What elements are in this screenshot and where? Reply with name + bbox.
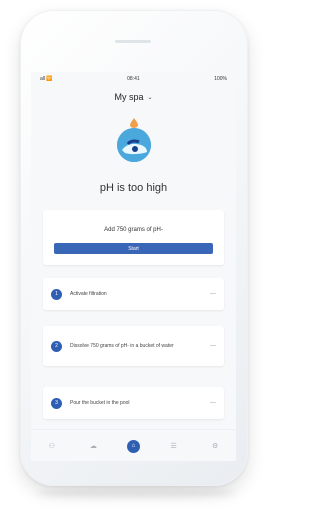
spa-selector[interactable]: My spa ⌄	[31, 90, 236, 104]
phone-shadow	[36, 488, 236, 498]
step-text: Dissolve 750 grams of pH- in a bucket of…	[70, 342, 174, 349]
home-icon[interactable]: ⌂	[126, 439, 140, 453]
cloud-icon[interactable]: ☁	[85, 442, 101, 450]
time-text: 08:41	[127, 76, 140, 82]
settings-icon[interactable]: ⚙	[207, 442, 223, 450]
step-text: Pour the bucket in the pool	[70, 399, 130, 406]
status-avatar	[117, 128, 151, 162]
phone-screen: all 🛜 08:41 100% My spa ⌄ pH is too high…	[31, 72, 236, 461]
start-button[interactable]: Start	[54, 243, 213, 254]
step-text: Activate filtration	[70, 290, 107, 297]
chevron-down-icon: ⌄	[147, 94, 153, 101]
battery-text: 100%	[214, 76, 227, 82]
more-icon[interactable]: —	[210, 291, 216, 297]
more-icon[interactable]: —	[210, 400, 216, 406]
tab-bar: ⚇ ☁ ⌂ ☰ ⚙	[31, 429, 236, 461]
step-number: 2	[51, 340, 62, 352]
water-drop-icon	[130, 118, 138, 128]
list-icon[interactable]: ☰	[166, 442, 182, 450]
step-card-1[interactable]: 1 Activate filtration —	[43, 278, 224, 310]
status-bar: all 🛜 08:41 100%	[31, 72, 236, 86]
step-number: 1	[51, 288, 62, 300]
instruction-text: Add 750 grams of pH-	[104, 227, 163, 233]
step-card-3[interactable]: 3 Pour the bucket in the pool —	[43, 387, 224, 419]
phone-speaker	[115, 40, 151, 43]
carrier-text: all 🛜	[40, 76, 53, 82]
step-number: 3	[51, 397, 62, 409]
more-icon[interactable]: —	[210, 343, 216, 349]
dashboard-icon[interactable]: ⚇	[44, 442, 60, 450]
status-headline: pH is too high	[99, 182, 168, 194]
step-card-2[interactable]: 2 Dissolve 750 grams of pH- in a bucket …	[43, 326, 224, 366]
action-card: Add 750 grams of pH- Start	[43, 210, 224, 265]
page-title: My spa	[114, 92, 144, 102]
